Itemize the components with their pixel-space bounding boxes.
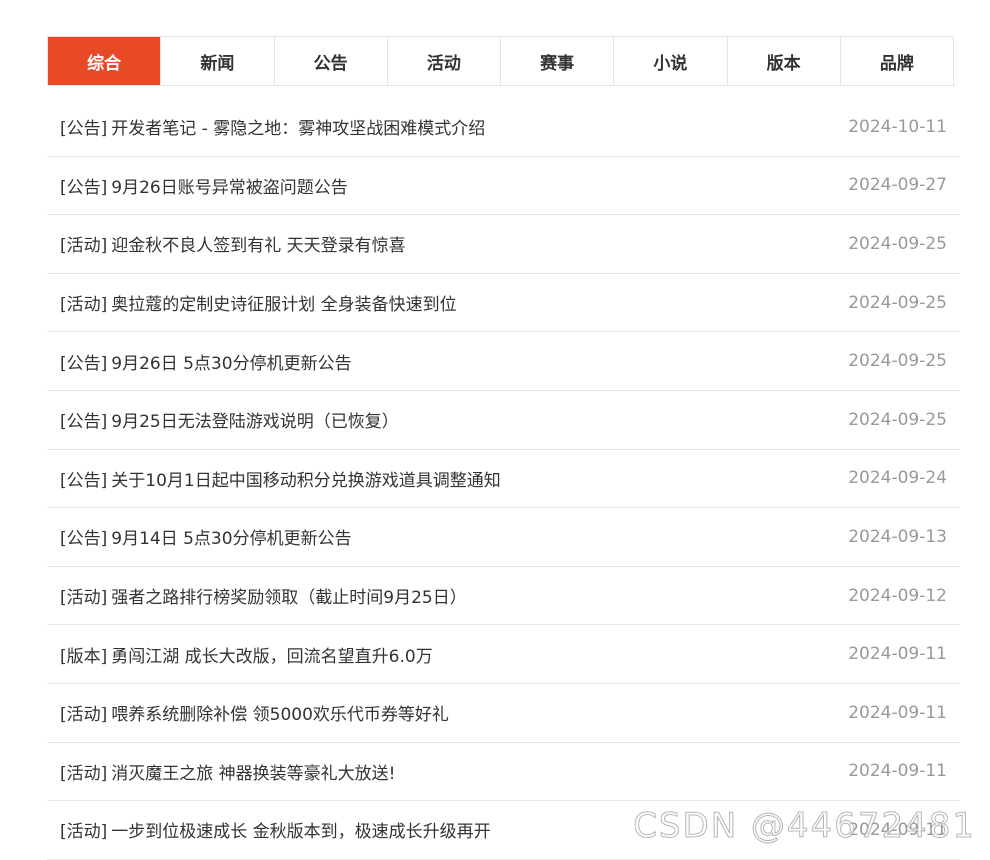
news-title: [公告] 9月25日无法登陆游戏说明（已恢复） [60, 407, 399, 432]
news-category: [公告] [60, 412, 108, 433]
news-title-text: 消灭魔王之旅 神器换装等豪礼大放送! [111, 763, 396, 784]
tab-announcements[interactable]: 公告 [275, 37, 388, 85]
news-title: [活动] 消灭魔王之旅 神器换装等豪礼大放送! [60, 759, 395, 784]
news-title: [活动] 一步到位极速成长 金秋版本到，极速成长升级再开 [60, 817, 491, 842]
news-item[interactable]: [活动] 奥拉蔻的定制史诗征服计划 全身装备快速到位 2024-09-25 [47, 274, 960, 333]
news-category: [活动] [60, 236, 108, 257]
news-category: [版本] [60, 646, 108, 667]
news-title-text: 开发者笔记 - 雾隐之地：雾神攻坚战困难模式介绍 [111, 119, 486, 140]
news-item[interactable]: [活动] 强者之路排行榜奖励领取（截止时间9月25日） 2024-09-12 [47, 567, 960, 626]
news-title: [公告] 9月26日 5点30分停机更新公告 [60, 349, 352, 374]
news-category: [公告] [60, 470, 108, 491]
news-item[interactable]: [公告] 9月26日账号异常被盗问题公告 2024-09-27 [47, 157, 960, 216]
news-category: [公告] [60, 529, 108, 550]
tab-news[interactable]: 新闻 [161, 37, 275, 85]
news-title-text: 9月26日账号异常被盗问题公告 [111, 177, 348, 198]
news-category: [活动] [60, 763, 108, 784]
news-title-text: 9月14日 5点30分停机更新公告 [111, 529, 352, 550]
news-date: 2024-10-11 [848, 116, 947, 137]
news-title: [活动] 迎金秋不良人签到有礼 天天登录有惊喜 [60, 231, 406, 256]
news-title: [活动] 喂养系统删除补偿 领5000欢乐代币券等好礼 [60, 700, 449, 725]
news-date: 2024-09-25 [848, 233, 947, 254]
news-item[interactable]: [活动] 迎金秋不良人签到有礼 天天登录有惊喜 2024-09-25 [47, 215, 960, 274]
news-title-text: 奥拉蔻的定制史诗征服计划 全身装备快速到位 [111, 295, 457, 316]
news-title-text: 喂养系统删除补偿 领5000欢乐代币券等好礼 [111, 705, 449, 726]
news-title-text: 关于10月1日起中国移动积分兑换游戏道具调整通知 [111, 470, 501, 491]
category-tabs: 综合 新闻 公告 活动 赛事 小说 版本 品牌 [47, 36, 954, 86]
news-title-text: 一步到位极速成长 金秋版本到，极速成长升级再开 [111, 822, 491, 843]
tab-versions[interactable]: 版本 [728, 37, 841, 85]
news-date: 2024-09-11 [848, 702, 947, 723]
news-title: [活动] 强者之路排行榜奖励领取（截止时间9月25日） [60, 583, 467, 608]
news-category: [公告] [60, 353, 108, 374]
news-date: 2024-09-24 [848, 468, 947, 489]
news-date: 2024-09-13 [848, 526, 947, 547]
news-item[interactable]: [公告] 9月14日 5点30分停机更新公告 2024-09-13 [47, 508, 960, 567]
news-date: 2024-09-11 [848, 819, 947, 840]
news-item[interactable]: [公告] 关于10月1日起中国移动积分兑换游戏道具调整通知 2024-09-24 [47, 450, 960, 509]
news-item[interactable]: [活动] 消灭魔王之旅 神器换装等豪礼大放送! 2024-09-11 [47, 743, 960, 802]
tab-events[interactable]: 活动 [388, 37, 501, 85]
news-title: [活动] 奥拉蔻的定制史诗征服计划 全身装备快速到位 [60, 290, 457, 315]
news-title-text: 9月25日无法登陆游戏说明（已恢复） [111, 412, 399, 433]
news-title: [公告] 关于10月1日起中国移动积分兑换游戏道具调整通知 [60, 466, 501, 491]
news-date: 2024-09-25 [848, 292, 947, 313]
news-title: [公告] 9月14日 5点30分停机更新公告 [60, 524, 352, 549]
news-item[interactable]: [公告] 9月25日无法登陆游戏说明（已恢复） 2024-09-25 [47, 391, 960, 450]
news-title: [版本] 勇闯江湖 成长大改版，回流名望直升6.0万 [60, 642, 433, 667]
tab-tournaments[interactable]: 赛事 [501, 37, 615, 85]
news-title-text: 迎金秋不良人签到有礼 天天登录有惊喜 [111, 236, 406, 257]
news-date: 2024-09-11 [848, 644, 947, 665]
news-title-text: 9月26日 5点30分停机更新公告 [111, 353, 352, 374]
tab-general[interactable]: 综合 [48, 37, 162, 85]
news-category: [公告] [60, 177, 108, 198]
news-date: 2024-09-12 [848, 585, 947, 606]
news-date: 2024-09-25 [848, 351, 947, 372]
news-item[interactable]: [版本] 勇闯江湖 成长大改版，回流名望直升6.0万 2024-09-11 [47, 625, 960, 684]
news-item[interactable]: [公告] 9月26日 5点30分停机更新公告 2024-09-25 [47, 332, 960, 391]
news-category: [活动] [60, 295, 108, 316]
news-category: [活动] [60, 822, 108, 843]
news-category: [活动] [60, 705, 108, 726]
news-item[interactable]: [公告] 开发者笔记 - 雾隐之地：雾神攻坚战困难模式介绍 2024-10-11 [47, 98, 960, 157]
news-date: 2024-09-11 [848, 761, 947, 782]
news-item[interactable]: [活动] 一步到位极速成长 金秋版本到，极速成长升级再开 2024-09-11 [47, 801, 960, 860]
news-title-text: 勇闯江湖 成长大改版，回流名望直升6.0万 [111, 646, 433, 667]
news-category: [活动] [60, 588, 108, 609]
news-title-text: 强者之路排行榜奖励领取（截止时间9月25日） [111, 588, 467, 609]
news-date: 2024-09-25 [848, 409, 947, 430]
tab-novels[interactable]: 小说 [614, 37, 728, 85]
tab-brand[interactable]: 品牌 [841, 37, 953, 85]
news-title: [公告] 9月26日账号异常被盗问题公告 [60, 173, 348, 198]
news-title: [公告] 开发者笔记 - 雾隐之地：雾神攻坚战困难模式介绍 [60, 114, 485, 139]
news-list: [公告] 开发者笔记 - 雾隐之地：雾神攻坚战困难模式介绍 2024-10-11 … [47, 98, 960, 860]
news-category: [公告] [60, 119, 108, 140]
news-item[interactable]: [活动] 喂养系统删除补偿 领5000欢乐代币券等好礼 2024-09-11 [47, 684, 960, 743]
news-date: 2024-09-27 [848, 175, 947, 196]
